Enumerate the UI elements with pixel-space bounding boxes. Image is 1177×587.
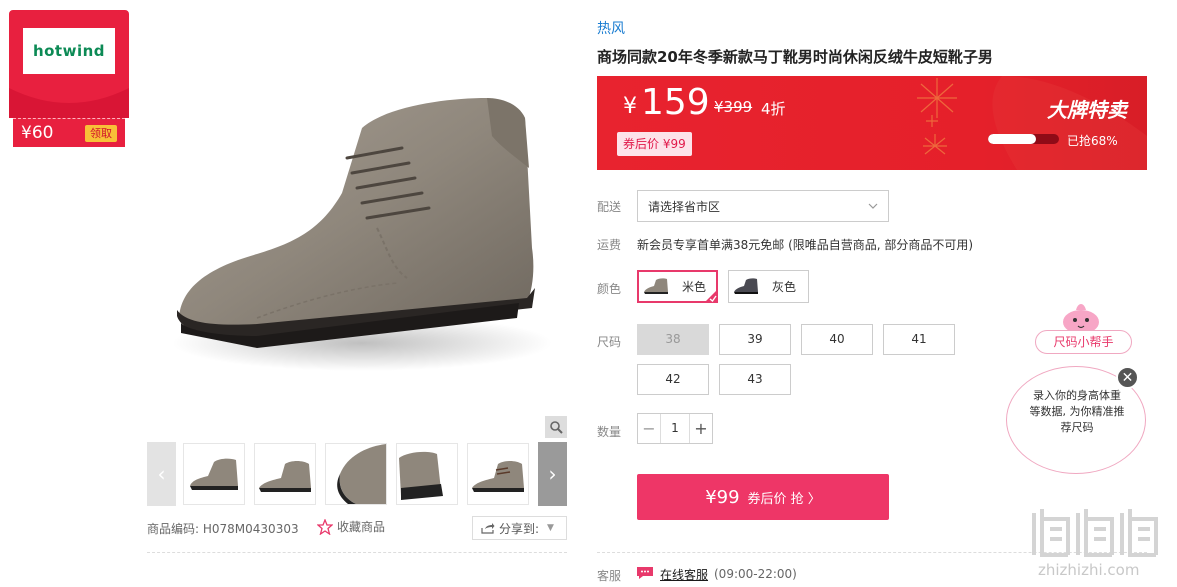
- boot-image: [172, 98, 552, 371]
- divider: [147, 552, 567, 553]
- sku-label: 商品编码:: [147, 522, 200, 536]
- sold-progress-bar: [988, 134, 1059, 144]
- sold-percentage: 已抢68%: [1067, 134, 1118, 148]
- thumbnail-image: [337, 444, 386, 504]
- chevron-down-icon: [868, 203, 878, 209]
- quantity-label: 数量: [597, 425, 622, 439]
- size-option-40[interactable]: 40: [801, 324, 873, 355]
- coupon-card[interactable]: hotwind ¥60 领取: [9, 10, 129, 147]
- watermark-text: zhizhizhi.com: [1038, 561, 1140, 579]
- chevron-right-icon: ›: [548, 462, 557, 486]
- zoom-button[interactable]: [545, 416, 567, 438]
- thumbnail-image: [259, 461, 311, 492]
- price-currency: ¥: [623, 94, 637, 119]
- helper-mascot-icon[interactable]: [1058, 300, 1104, 334]
- selected-check-icon: [704, 289, 718, 303]
- size-label: 尺码: [597, 335, 622, 349]
- favorite-button[interactable]: 收藏商品: [317, 518, 385, 535]
- thumbnail-image: [190, 458, 238, 490]
- size-option-38[interactable]: 38: [637, 324, 709, 355]
- dropdown-arrow-icon: ▼: [547, 523, 554, 533]
- coupon-amount: ¥60: [21, 123, 54, 143]
- chat-icon: [637, 567, 653, 579]
- quantity-stepper: − 1 +: [637, 413, 713, 444]
- color-swatch-grey: [734, 277, 758, 294]
- coupon-bottom: ¥60 领取: [13, 118, 125, 147]
- buy-button-label: 券后价 抢 〉: [747, 491, 821, 507]
- freight-label: 运费: [597, 238, 622, 252]
- color-option-label: 米色: [682, 280, 707, 294]
- thumbnail-image: [399, 451, 443, 500]
- region-select[interactable]: 请选择省市区: [637, 190, 889, 222]
- original-price: ¥399: [714, 98, 753, 116]
- size-helper-tag[interactable]: 尺码小帮手: [1035, 330, 1132, 354]
- coupon-curve: [9, 88, 129, 118]
- coupon-claim-button[interactable]: 领取: [85, 125, 117, 142]
- share-label: 分享到:: [499, 521, 540, 536]
- online-service-link[interactable]: 在线客服: [660, 566, 708, 583]
- main-product-image[interactable]: [147, 18, 567, 438]
- region-select-value: 请选择省市区: [648, 199, 721, 214]
- current-price: 159: [641, 82, 710, 123]
- quantity-input[interactable]: 1: [660, 414, 690, 443]
- thumbnail-5[interactable]: [467, 443, 529, 505]
- thumbnail-image: [472, 461, 524, 492]
- freight-text: 新会员专享首单满38元免邮 (限唯品自营商品, 部分商品不可用): [637, 238, 974, 252]
- quantity-decrease-button[interactable]: −: [638, 414, 660, 443]
- chevron-left-icon: ‹: [157, 462, 166, 486]
- size-option-41[interactable]: 41: [883, 324, 955, 355]
- discount-badge: 4折: [761, 100, 786, 118]
- thumbnail-next-button[interactable]: ›: [538, 442, 567, 506]
- buy-button[interactable]: ¥99 券后价 抢 〉: [637, 474, 889, 520]
- color-option-label: 灰色: [772, 280, 797, 294]
- zoom-icon: [550, 421, 563, 434]
- after-coupon-price: 券后价 ¥99: [617, 132, 692, 156]
- brand-link[interactable]: 热风: [597, 18, 625, 38]
- quantity-increase-button[interactable]: +: [690, 414, 712, 443]
- color-label: 颜色: [597, 282, 622, 296]
- price-banner: ¥ 159 ¥399 4折 券后价 ¥99 大牌特卖 已抢68%: [597, 76, 1147, 170]
- shipping-label: 配送: [597, 200, 622, 214]
- buy-button-price: ¥99: [705, 486, 740, 508]
- thumbnail-2[interactable]: [254, 443, 316, 505]
- share-button[interactable]: 分享到: ▼: [472, 516, 567, 540]
- brand-logo: hotwind: [23, 28, 115, 74]
- promo-title: 大牌特卖: [1047, 98, 1127, 122]
- size-option-43[interactable]: 43: [719, 364, 791, 395]
- service-hours: (09:00-22:00): [714, 567, 797, 581]
- color-option-grey[interactable]: 灰色: [728, 270, 809, 303]
- thumbnail-4[interactable]: [396, 443, 458, 505]
- thumbnail-prev-button[interactable]: ‹: [147, 442, 176, 506]
- share-icon: [481, 523, 495, 534]
- sku-value: H078M0430303: [202, 522, 299, 536]
- thumbnail-3[interactable]: [325, 443, 387, 505]
- size-option-39[interactable]: 39: [719, 324, 791, 355]
- sold-progress-fill: [988, 134, 1037, 144]
- thumbnail-1[interactable]: [183, 443, 245, 505]
- star-icon: [317, 518, 333, 535]
- size-option-42[interactable]: 42: [637, 364, 709, 395]
- service-label: 客服: [597, 569, 622, 583]
- favorite-label: 收藏商品: [337, 520, 386, 534]
- product-title: 商场同款20年冬季新款马丁靴男时尚休闲反绒牛皮短靴子男: [597, 48, 993, 66]
- color-swatch-beige: [644, 277, 668, 294]
- brand-logo-text: hotwind: [32, 42, 106, 60]
- close-icon[interactable]: ✕: [1116, 366, 1139, 389]
- size-helper-message: 录入你的身高体重等数据, 为你精准推荐尺码: [1029, 389, 1125, 434]
